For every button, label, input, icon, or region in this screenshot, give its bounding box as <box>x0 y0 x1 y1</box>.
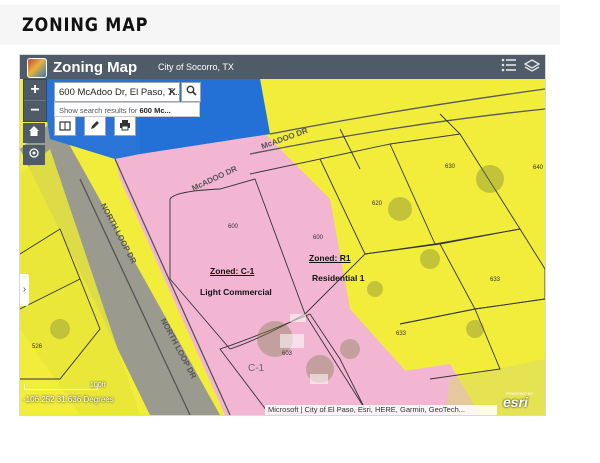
search-input[interactable]: 600 McAdoo Dr, El Paso, T... <box>54 82 180 102</box>
esri-logo[interactable]: esri <box>503 394 528 410</box>
parcel-label: 633 <box>490 277 501 283</box>
basemap-button[interactable] <box>54 116 76 136</box>
suggestion-prefix: Show search results for <box>59 106 138 115</box>
home-icon <box>29 126 39 136</box>
print-button[interactable] <box>114 116 136 136</box>
locate-icon <box>29 148 39 158</box>
search-button[interactable] <box>181 82 201 102</box>
edit-icon <box>91 121 99 129</box>
edit-button[interactable] <box>84 116 106 136</box>
zoom-in-button[interactable]: + <box>24 80 46 100</box>
home-button[interactable] <box>23 123 45 143</box>
city-seal-logo <box>27 58 47 78</box>
parcel-label: 633 <box>396 331 407 337</box>
parcel-label: 600 <box>313 235 324 241</box>
map-view[interactable]: McADOO DR McADOO DR NORTH LOOP DR NORTH … <box>20 79 545 415</box>
suggestion-query: 600 Mc... <box>139 106 171 115</box>
zone-c1-description: Light Commercial <box>200 287 272 297</box>
coordinates-readout: -106.252 31.636 Degrees <box>23 395 114 404</box>
parcel-label: C-1 <box>248 363 265 374</box>
parcel-label: 620 <box>372 201 383 207</box>
layers-icon[interactable] <box>523 58 541 76</box>
parcel-label: 630 <box>445 164 456 170</box>
zone-r1-heading: Zoned: R1 <box>309 253 351 263</box>
search-icon <box>186 85 197 96</box>
zoom-out-button[interactable]: − <box>24 100 46 121</box>
side-panel-toggle[interactable]: › <box>20 274 29 306</box>
clear-search-icon[interactable]: ✕ <box>165 82 179 102</box>
zoning-map-app: Zoning Map City of Socorro, TX McADOO DR… <box>20 55 545 415</box>
map-attribution[interactable]: Microsoft | City of El Paso, Esri, HERE,… <box>265 405 497 415</box>
parcel-label: 600 <box>228 224 239 230</box>
zone-r1-description: Residential 1 <box>312 273 365 283</box>
parcel-label: 526 <box>32 344 43 350</box>
search-suggestion[interactable]: Show search results for 600 Mc... <box>54 102 200 117</box>
scale-bar <box>24 384 98 390</box>
zone-c1-heading: Zoned: C-1 <box>210 266 255 276</box>
parcel-label: 640 <box>533 165 544 171</box>
app-header: Zoning Map City of Socorro, TX <box>20 55 545 79</box>
locate-button[interactable] <box>23 145 45 165</box>
parcel-label: 603 <box>282 351 293 357</box>
app-title: Zoning Map <box>53 59 138 76</box>
print-icon <box>120 120 130 131</box>
basemap-icon <box>59 121 71 131</box>
zoom-control: + − <box>23 79 47 122</box>
city-name: City of Socorro, TX <box>158 62 234 72</box>
scale-label: 100ft <box>90 382 106 389</box>
page-title: ZONING MAP <box>22 14 149 36</box>
list-icon[interactable] <box>500 58 518 76</box>
